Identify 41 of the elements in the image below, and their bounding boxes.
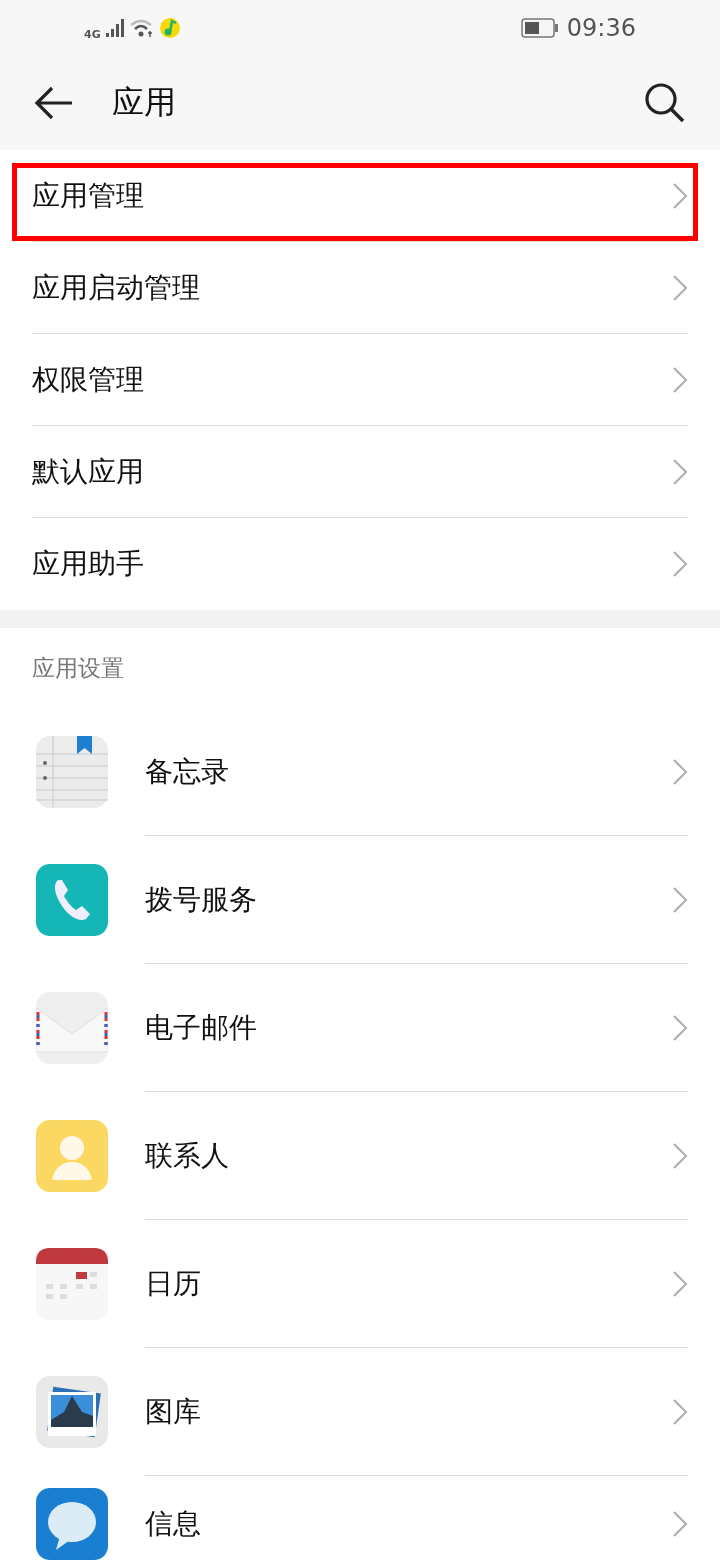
chevron-icon — [672, 457, 688, 486]
menu-item[interactable]: 应用启动管理 — [32, 242, 688, 334]
back-arrow-icon[interactable] — [34, 84, 74, 121]
section-title: 应用设置 — [32, 653, 124, 683]
notepad-icon — [36, 736, 108, 808]
chevron-icon — [672, 550, 688, 578]
phone-icon — [36, 864, 108, 936]
wifi-icon — [128, 17, 155, 38]
envelope-icon — [36, 992, 108, 1064]
menu-item[interactable]: 应用管理 — [32, 150, 688, 242]
chevron-icon — [672, 1013, 688, 1042]
menu-item[interactable]: 默认应用 — [32, 426, 688, 518]
chevron-icon — [672, 181, 688, 210]
network-label: 4G — [84, 29, 101, 40]
status-time: 09:36 — [566, 12, 636, 44]
signal-icon — [104, 17, 125, 38]
chevron-icon — [672, 757, 688, 786]
search-icon[interactable] — [644, 81, 686, 124]
chevron-icon — [672, 273, 688, 302]
chevron-icon — [672, 365, 688, 394]
app-row[interactable]: 备忘录 — [145, 708, 688, 836]
chevron-icon — [672, 1141, 688, 1170]
chevron-icon — [672, 1269, 688, 1298]
page-title: 应用 — [112, 83, 176, 122]
app-row[interactable]: 拨号服务 — [145, 836, 688, 964]
person-icon — [36, 1120, 108, 1192]
menu-item[interactable]: 应用助手 — [32, 518, 688, 610]
chevron-icon — [672, 1510, 688, 1538]
music-app-icon — [158, 16, 181, 39]
app-row[interactable]: 联系人 — [145, 1092, 688, 1220]
app-row[interactable]: 电子邮件 — [145, 964, 688, 1092]
chevron-icon — [672, 1397, 688, 1426]
app-row[interactable]: 信息 — [145, 1488, 688, 1560]
calendar-icon — [36, 1248, 108, 1320]
speech-bubble-icon — [36, 1488, 108, 1560]
chevron-icon — [672, 885, 688, 914]
battery-icon — [520, 17, 559, 38]
photo-icon — [36, 1376, 108, 1448]
app-row[interactable]: 图库 — [145, 1348, 688, 1476]
menu-item[interactable]: 权限管理 — [32, 334, 688, 426]
app-row[interactable]: 日历 — [145, 1220, 688, 1348]
